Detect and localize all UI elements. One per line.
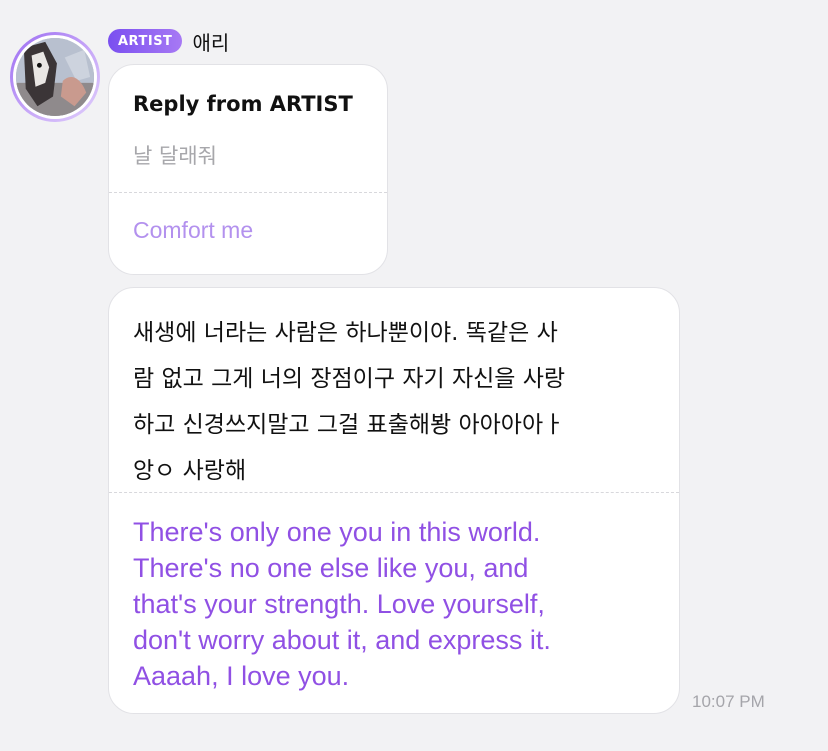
message-original-text: 새생에 너라는 사람은 하나뿐이야. 똑같은 사 람 없고 그게 너의 장점이구… [133, 310, 663, 494]
message-line: 람 없고 그게 너의 장점이구 자기 자신을 사랑 [133, 366, 566, 392]
reply-bubble[interactable]: Reply from ARTIST 날 달래줘 Comfort me [108, 64, 388, 275]
translation-line: that's your strength. Love yourself, [133, 589, 545, 619]
message-bubble[interactable]: 새생에 너라는 사람은 하나뿐이야. 똑같은 사 람 없고 그게 너의 장점이구… [108, 287, 680, 714]
chat-view: ARTIST 애리 Reply from ARTIST 날 달래줘 Comfor… [0, 0, 828, 751]
translation-line: Aaaah, I love you. [133, 661, 350, 691]
reply-original-text: 날 달래줘 [133, 144, 217, 168]
avatar-image [16, 38, 94, 116]
reply-title: Reply from ARTIST [133, 92, 353, 116]
message-translation-text: There's only one you in this world. Ther… [133, 514, 663, 694]
artist-badge: ARTIST [108, 29, 183, 53]
message-timestamp: 10:07 PM [692, 692, 765, 711]
sender-name: 애리 [192, 30, 230, 55]
reply-divider [109, 192, 387, 193]
translation-line: don't worry about it, and express it. [133, 625, 551, 655]
message-divider [109, 492, 679, 493]
reply-translation-text: Comfort me [133, 217, 254, 243]
translation-line: There's only one you in this world. [133, 517, 541, 547]
translation-line: There's no one else like you, and [133, 553, 529, 583]
avatar-photo [16, 38, 94, 116]
sender-header: ARTIST 애리 [108, 28, 230, 55]
message-line: 새생에 너라는 사람은 하나뿐이야. 똑같은 사 [133, 320, 558, 346]
avatar-border [13, 35, 97, 119]
message-line: 앙ㅇ 사랑해 [133, 458, 247, 484]
message-line: 하고 신경쓰지말고 그걸 표출해봥 아아아아ㅏ [133, 412, 565, 438]
avatar[interactable] [10, 32, 100, 122]
